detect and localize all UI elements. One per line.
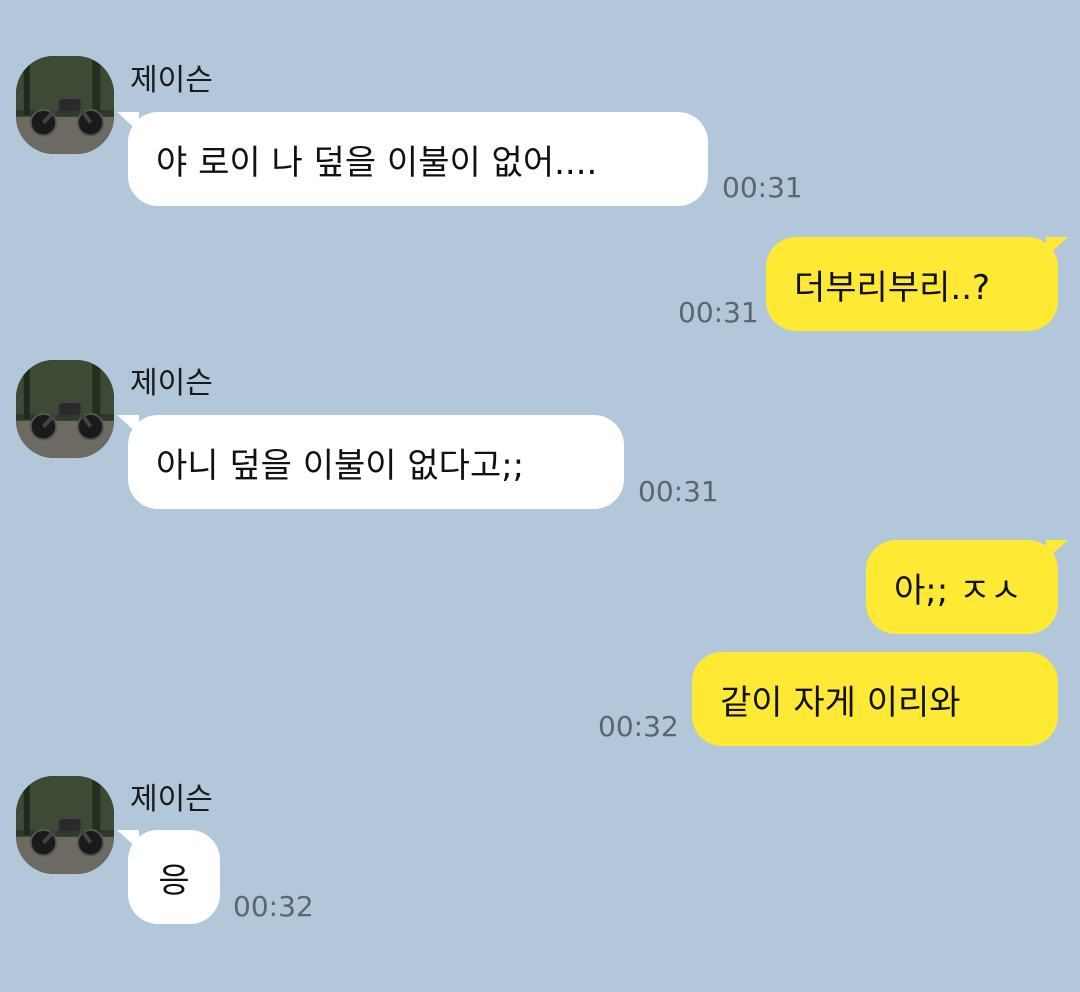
message-text: 야 로이 나 덮을 이불이 없어.... [156, 142, 598, 183]
message-timestamp: 00:32 [598, 710, 679, 743]
message-text: 같이 자게 이리와 [720, 682, 961, 723]
message-bubble-incoming[interactable]: 아니 덮을 이불이 없다고;; [128, 415, 624, 509]
sender-name: 제이슨 [130, 366, 213, 401]
message-bubble-outgoing[interactable]: 같이 자게 이리와 [692, 652, 1058, 746]
bubble-tail [117, 830, 139, 850]
message-bubble-outgoing[interactable]: 아;; ㅈㅅ [866, 540, 1058, 634]
bubble-tail [1046, 237, 1068, 257]
bubble-tail [1046, 540, 1068, 560]
message-text: 아;; ㅈㅅ [894, 570, 1022, 611]
message-timestamp: 00:31 [678, 296, 759, 329]
motorcycle-avatar-icon [16, 776, 114, 874]
message-bubble-incoming[interactable]: 응 [128, 830, 220, 924]
motorcycle-avatar-icon [16, 56, 114, 154]
profile-avatar[interactable] [16, 56, 114, 154]
sender-name: 제이슨 [130, 782, 213, 817]
message-timestamp: 00:31 [722, 171, 803, 204]
message-bubble-incoming[interactable]: 야 로이 나 덮을 이불이 없어.... [128, 112, 708, 206]
message-text: 더부리부리..? [794, 267, 991, 308]
sender-name: 제이슨 [130, 63, 213, 98]
chat-room[interactable]: 제이슨 야 로이 나 덮을 이불이 없어.... 00:31 더부리부리..? … [0, 0, 1080, 992]
message-bubble-outgoing[interactable]: 더부리부리..? [766, 237, 1058, 331]
profile-avatar[interactable] [16, 360, 114, 458]
message-text: 아니 덮을 이불이 없다고;; [156, 445, 525, 486]
message-timestamp: 00:32 [233, 890, 314, 923]
bubble-tail [117, 415, 139, 435]
message-text: 응 [158, 860, 190, 901]
message-timestamp: 00:31 [638, 475, 719, 508]
motorcycle-avatar-icon [16, 360, 114, 458]
bubble-tail [117, 112, 139, 132]
profile-avatar[interactable] [16, 776, 114, 874]
